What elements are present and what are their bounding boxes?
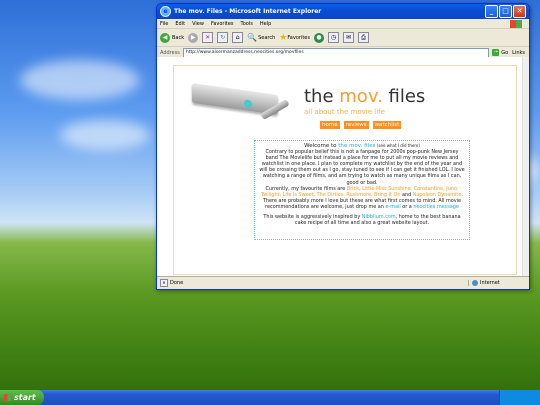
star-icon: ★ — [279, 32, 288, 43]
start-label: start — [14, 393, 36, 402]
ie-window: e The mov. Files - Microsoft Internet Ex… — [156, 3, 530, 290]
minimize-button[interactable]: _ — [485, 5, 498, 18]
close-button[interactable]: ✕ — [513, 5, 526, 18]
inspiration-paragraph: This website is aggressively inspired by… — [259, 214, 465, 226]
zone-text: Internet — [480, 280, 500, 286]
intro-paragraph: Contrary to popular belief this is not a… — [259, 149, 465, 186]
page-done-icon: e — [160, 279, 168, 287]
or-text: or a — [400, 203, 414, 210]
history-icon: ◷ — [327, 32, 339, 43]
nav-home[interactable]: home — [320, 121, 340, 129]
menu-bar: File Edit View Favorites Tools Help — [157, 19, 529, 29]
welcome-note: (see what I did there) — [376, 143, 420, 148]
cloud — [20, 60, 140, 100]
go-arrow-icon[interactable]: → — [492, 49, 500, 56]
search-button[interactable]: 🔍 Search — [247, 33, 275, 42]
neocities-message-link[interactable]: neocities message — [413, 204, 459, 210]
browser-viewport: the mov. files all about the movie life … — [157, 57, 529, 277]
intro-box: Welcome to the mov. files (see what I di… — [254, 140, 470, 240]
fav-last-link[interactable]: Napoleon Dynamite — [413, 192, 462, 198]
search-icon: 🔍 — [247, 33, 258, 42]
welcome-prefix: Welcome to — [304, 143, 339, 149]
site-title-part2: files — [382, 86, 426, 107]
dvd-player-image — [182, 76, 292, 131]
menu-file[interactable]: File — [160, 21, 168, 27]
refresh-button[interactable]: ↻ — [217, 32, 229, 43]
site-nav: home reviews watchlist — [320, 121, 402, 129]
maximize-button[interactable]: □ — [499, 5, 512, 18]
nav-watchlist[interactable]: watchlist — [372, 121, 402, 129]
site-page: the mov. files all about the movie life … — [173, 65, 517, 275]
welcome-link[interactable]: the mov. files — [338, 143, 375, 149]
links-label[interactable]: Links — [512, 50, 525, 56]
back-arrow-icon: ◀ — [160, 32, 170, 43]
mail-button[interactable]: ✉ — [342, 32, 354, 43]
stop-button[interactable]: ✕ — [202, 32, 214, 43]
menu-tools[interactable]: Tools — [241, 21, 253, 27]
site-tagline: all about the movie life — [304, 108, 385, 116]
print-icon: ⎙ — [357, 32, 369, 43]
windows-logo-icon — [510, 19, 522, 28]
system-tray — [499, 390, 540, 405]
nav-reviews[interactable]: reviews — [343, 121, 369, 129]
forward-button[interactable]: ▶ — [188, 32, 199, 43]
status-bar: e Done Internet — [157, 276, 529, 289]
favorites-label: Favorites — [287, 34, 310, 41]
mail-icon: ✉ — [342, 32, 354, 43]
stop-icon: ✕ — [202, 32, 214, 43]
site-title-part1: the — [304, 86, 340, 107]
forward-arrow-icon: ▶ — [188, 32, 199, 43]
go-button[interactable]: Go — [501, 50, 508, 56]
home-button[interactable]: ⌂ — [232, 32, 244, 43]
fav-prefix: Currently, my favourite films are — [265, 185, 347, 192]
favourites-paragraph: Currently, my favourite films are Brick,… — [259, 186, 465, 210]
windows-flag-icon — [4, 394, 11, 401]
home-icon: ⌂ — [232, 32, 244, 43]
menu-favorites[interactable]: Favorites — [211, 21, 234, 27]
address-input[interactable]: http://www.alsermanzaddress.neocities.or… — [182, 47, 490, 58]
media-button[interactable]: ● — [313, 32, 324, 43]
site-title-mov: mov. — [339, 86, 383, 107]
refresh-icon: ↻ — [217, 32, 229, 43]
email-link[interactable]: e-mail — [385, 204, 400, 210]
favorites-button[interactable]: ★ Favorites — [279, 33, 310, 43]
print-button[interactable]: ⎙ — [357, 32, 369, 43]
search-label: Search — [258, 34, 276, 41]
inspiration-prefix: This website is aggressively inspired by — [263, 214, 362, 221]
window-title: The mov. Files - Microsoft Internet Expl… — [174, 8, 322, 15]
nibblium-link[interactable]: Nibblium.com — [362, 214, 396, 220]
menu-edit[interactable]: Edit — [175, 21, 185, 27]
internet-globe-icon — [472, 280, 478, 286]
start-button[interactable]: start — [0, 390, 44, 405]
toolbar: ◀ Back ▶ ✕ ↻ ⌂ 🔍 Search ★ Favorites ● ◷ … — [157, 29, 529, 47]
history-button[interactable]: ◷ — [327, 32, 339, 43]
status-text: Done — [170, 280, 184, 286]
ie-logo-icon: e — [160, 6, 171, 17]
address-label: Address — [160, 49, 180, 56]
menu-view[interactable]: View — [192, 21, 204, 27]
taskbar: start — [0, 390, 540, 405]
cloud — [60, 120, 150, 150]
back-button[interactable]: ◀ Back — [160, 32, 185, 43]
fav-and: and — [400, 191, 413, 198]
menu-help[interactable]: Help — [260, 21, 271, 27]
media-icon: ● — [313, 32, 324, 43]
window-titlebar[interactable]: e The mov. Files - Microsoft Internet Ex… — [157, 4, 529, 19]
vertical-scrollbar[interactable] — [522, 57, 529, 277]
zone-indicator: Internet — [468, 280, 529, 286]
site-title: the mov. files — [304, 86, 425, 107]
back-label: Back — [172, 34, 185, 41]
